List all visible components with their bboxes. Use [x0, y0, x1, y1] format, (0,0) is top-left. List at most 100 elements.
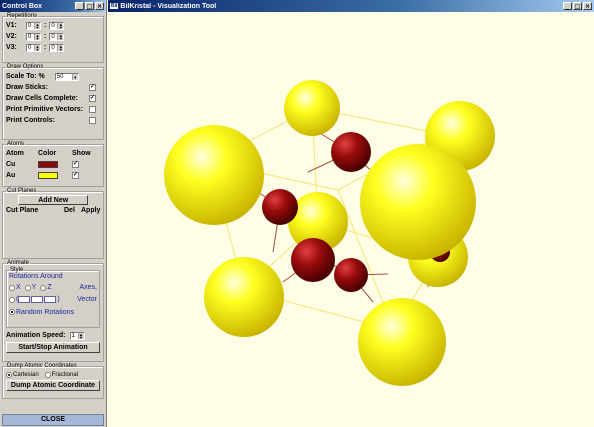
animation-speed-label: Animation Speed:: [6, 332, 66, 339]
draw-sticks-checkbox[interactable]: ✓: [89, 84, 96, 91]
v3-from-spinner[interactable]: 0 ▲ ▼: [26, 43, 41, 52]
print-vectors-label: Print Primitive Vectors:: [6, 106, 84, 113]
control-box-title: Control Box: [2, 2, 43, 10]
atom-name-cu: Cu: [6, 161, 16, 168]
dump-atomic-coordinate-button[interactable]: Dump Atomic Coordinate: [6, 380, 100, 391]
vector-x-field[interactable]: [18, 296, 31, 303]
random-radio-row: Random Rotations: [9, 306, 97, 318]
rotate-vector-radio[interactable]: [9, 296, 15, 303]
vector-y-field[interactable]: [31, 296, 44, 303]
draw-cells-checkbox[interactable]: ✓: [89, 95, 96, 102]
repetition-row-v2: V2: 0 ▲ ▼ : 0 ▲ ▼: [6, 31, 100, 42]
v3-to-spinner[interactable]: 0 ▲ ▼: [49, 43, 65, 52]
atom-show-au-checkbox[interactable]: ✓: [72, 172, 79, 179]
cu-atom: [334, 258, 368, 292]
repetition-row-v1: V1: 0 ▲ ▼ : 0 ▲ ▼: [6, 20, 100, 31]
cut-planes-group: Cut Planes Add New Cut Plane Del Apply: [2, 188, 105, 259]
print-vectors-row: Print Primitive Vectors:: [6, 104, 100, 115]
print-controls-checkbox[interactable]: [89, 117, 96, 124]
cartesian-label: Cartesian: [13, 372, 39, 378]
print-controls-row: Print Controls:: [6, 115, 100, 126]
au-atom: [204, 257, 284, 337]
au-atom: [164, 125, 264, 225]
atoms-legend: Atoms: [7, 141, 25, 147]
rotations-around-label: Rotations Around: [9, 273, 63, 280]
draw-options-group: Draw Options Scale To: % 50 ▼ Draw Sticks…: [2, 64, 104, 140]
start-stop-animation-button[interactable]: Start/Stop Animation: [6, 342, 100, 353]
scale-select[interactable]: 50 ▼: [54, 72, 79, 81]
crystal-viewport[interactable]: [108, 12, 594, 427]
rotate-x-radio[interactable]: [9, 284, 15, 291]
v3-label: V3:: [6, 44, 17, 51]
atoms-header-row: Atom Color Show: [6, 148, 100, 159]
scale-row: Scale To: % 50 ▼: [6, 71, 100, 82]
animate-legend: Animate: [7, 260, 30, 266]
draw-cells-label: Draw Cells Complete:: [6, 95, 78, 102]
atom-color-au[interactable]: [38, 172, 58, 179]
draw-cells-row: Draw Cells Complete: ✓: [6, 93, 100, 104]
close-button[interactable]: CLOSE: [2, 414, 104, 426]
random-rotations-radio[interactable]: [9, 309, 15, 315]
cut-plane-col: Cut Plane: [6, 207, 39, 214]
cut-planes-header: Cut Plane Del Apply: [6, 205, 100, 216]
close-window-button[interactable]: ×: [95, 2, 104, 10]
v1-to-spinner[interactable]: 0 ▲ ▼: [49, 21, 65, 30]
add-new-cut-plane-button[interactable]: Add New: [18, 195, 89, 205]
animation-speed-row: Animation Speed: 1 ▲ ▼: [6, 330, 100, 341]
draw-sticks-label: Draw Sticks:: [6, 84, 49, 91]
atom-name-au: Au: [6, 172, 16, 179]
viz-titlebar: Bil BilKristal - Visualization Tool _ □ …: [108, 0, 594, 12]
atoms-group: Atoms Atom Color Show Cu ✓ Au ✓: [2, 141, 104, 187]
animate-group: Animate Style Rotations Around X Y Z Axe…: [2, 260, 104, 362]
v1-separator: :: [44, 22, 47, 29]
cartesian-radio[interactable]: [6, 372, 12, 378]
rotate-z-radio[interactable]: [40, 284, 47, 291]
v1-label: V1:: [6, 22, 17, 29]
rotate-y-radio[interactable]: [24, 284, 31, 291]
print-vectors-checkbox[interactable]: [89, 106, 96, 113]
vector-z-field[interactable]: [44, 296, 57, 303]
repetitions-legend: Repetitions: [7, 13, 38, 19]
atom-show-cu-checkbox[interactable]: ✓: [72, 161, 79, 168]
control-box-window: Control Box _ □ × Repetitions V1: 0 ▲ ▼ : …: [0, 0, 107, 427]
v2-to-spinner[interactable]: 0 ▲ ▼: [49, 32, 65, 41]
au-atom: [360, 144, 476, 260]
repetitions-group: Repetitions V1: 0 ▲ ▼ : 0 ▲ ▼ V2: 0 ▲ ▼ : 0 ▲ ▼ …: [2, 13, 104, 63]
fractional-label: Fractional: [51, 372, 79, 378]
v1-from-spinner[interactable]: 0 ▲ ▼: [26, 21, 41, 30]
visualization-window: Bil BilKristal - Visualization Tool _ □ …: [108, 0, 594, 427]
viz-minimize-button[interactable]: _: [563, 2, 572, 10]
draw-sticks-row: Draw Sticks: ✓: [6, 82, 100, 93]
minimize-button[interactable]: _: [75, 2, 84, 10]
atoms-header-color: Color: [38, 150, 57, 157]
atom-row-cu: Cu ✓: [6, 159, 100, 170]
cu-atom: [291, 238, 335, 282]
v3-separator: :: [44, 44, 47, 51]
style-group: Style Rotations Around X Y Z Axes, ( ) V…: [6, 267, 100, 328]
maximize-button[interactable]: □: [85, 2, 94, 10]
animation-speed-spinner[interactable]: 1 ▲ ▼: [69, 331, 85, 340]
viz-close-button[interactable]: ×: [583, 2, 592, 10]
cut-plane-apply-col: Apply: [81, 207, 101, 214]
draw-options-legend: Draw Options: [7, 64, 44, 70]
dump-group: Dump Atomic Coordinates Cartesian Fracti…: [2, 363, 104, 399]
app-icon: Bil: [110, 3, 119, 9]
v2-separator: :: [44, 33, 47, 40]
scale-label: Scale To: %: [6, 73, 45, 80]
rotate-x-label: X: [16, 284, 21, 291]
print-controls-label: Print Controls:: [6, 117, 55, 124]
vector-radio-row: ( ) Vector: [9, 293, 97, 306]
au-atom: [358, 298, 446, 386]
cu-atom: [262, 189, 298, 225]
vector-label: Vector: [77, 296, 97, 303]
axis-radio-row: X Y Z Axes,: [9, 282, 97, 293]
random-rotations-label: Random Rotations: [16, 308, 74, 316]
axes-label: Axes,: [79, 284, 97, 291]
control-box-titlebar: Control Box _ □ ×: [0, 0, 106, 12]
atom-color-cu[interactable]: [38, 161, 58, 168]
viz-maximize-button[interactable]: □: [573, 2, 582, 10]
atoms-header-atom: Atom: [6, 150, 24, 157]
fractional-radio[interactable]: [44, 372, 51, 378]
dump-legend: Dump Atomic Coordinates: [7, 363, 77, 369]
v2-from-spinner[interactable]: 0 ▲ ▼: [26, 32, 41, 41]
